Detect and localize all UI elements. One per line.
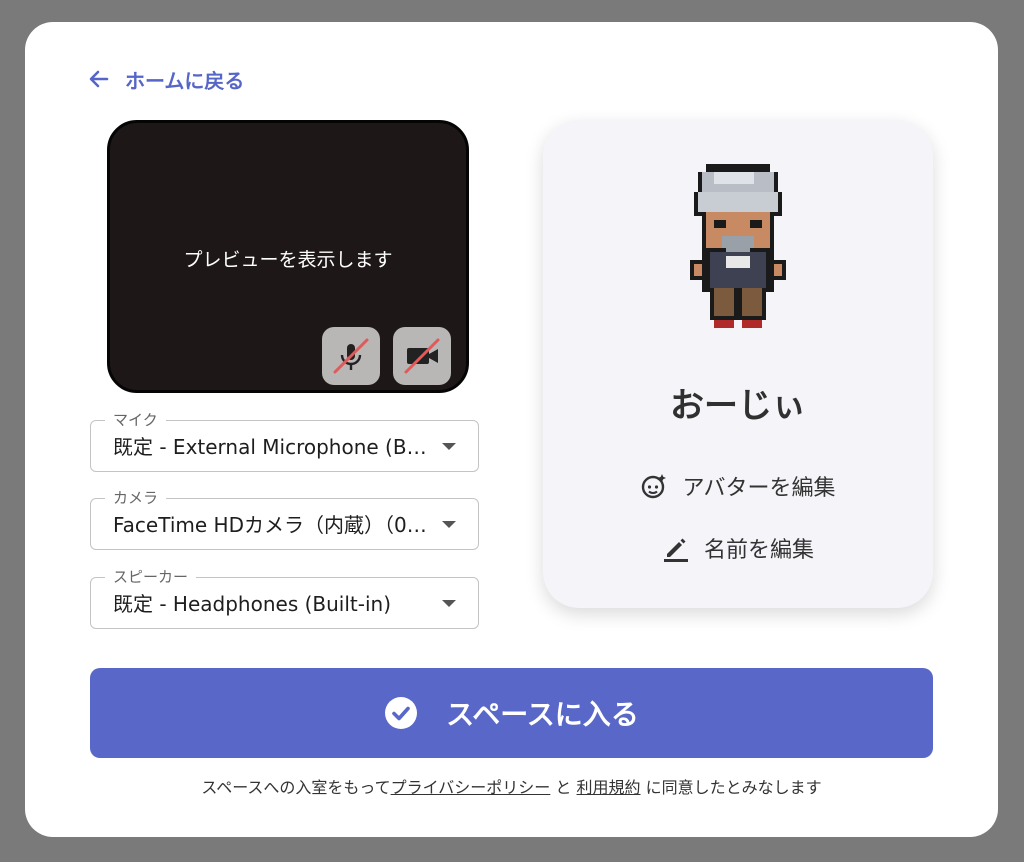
user-display-name: おーじぃ [670, 386, 806, 426]
camera-preview: プレビューを表示します [107, 120, 469, 393]
arrow-left-icon [89, 70, 109, 88]
consent-notice: スペースへの入室をもってプライバシーポリシー と 利用規約 に同意したとみなしま… [25, 774, 998, 798]
edit-name-label: 名前を編集 [703, 538, 814, 563]
consent-suffix: に同意したとみなします [645, 778, 822, 797]
speaker-select-value: 既定 - Headphones (Built-in) [113, 592, 391, 616]
camera-select-value: FaceTime HDカメラ（内蔵）（05ac:8514） [113, 513, 433, 537]
dropdown-arrow-icon [442, 600, 456, 607]
edit-avatar-button[interactable]: アバターを編集 [543, 470, 933, 502]
consent-and: と [555, 778, 572, 797]
pencil-icon [663, 538, 688, 562]
edit-name-button[interactable]: 名前を編集 [543, 532, 933, 564]
video-off-icon [404, 338, 440, 374]
back-to-home-link[interactable]: ホームに戻る [87, 64, 244, 94]
speaker-select[interactable]: スピーカー 既定 - Headphones (Built-in) [90, 567, 479, 629]
dropdown-arrow-icon [442, 443, 456, 450]
privacy-policy-link[interactable]: プライバシーポリシー [391, 778, 551, 797]
terms-of-service-link[interactable]: 利用規約 [577, 778, 641, 797]
edit-avatar-label: アバターを編集 [682, 476, 836, 501]
preview-placeholder-text: プレビューを表示します [183, 249, 393, 271]
dropdown-arrow-icon [442, 521, 456, 528]
consent-prefix: スペースへの入室をもって [201, 778, 391, 797]
camera-select-label: カメラ [105, 488, 167, 508]
avatar-card: おーじぃ アバターを編集 名前を編集 [543, 120, 933, 608]
mic-select[interactable]: マイク 既定 - External Microphone (Built-in) [90, 410, 479, 472]
mic-toggle-button[interactable] [322, 327, 380, 385]
enter-space-button[interactable]: スペースに入る [90, 668, 933, 758]
join-space-dialog: ホームに戻る プレビューを表示します マイク 既定 - External Mic… [25, 22, 998, 837]
check-circle-icon [385, 697, 418, 729]
avatar-sprite [690, 164, 786, 328]
enter-space-label: スペースに入る [446, 698, 639, 731]
mic-off-icon [333, 338, 369, 374]
camera-toggle-button[interactable] [393, 327, 451, 385]
mic-select-label: マイク [105, 410, 166, 430]
mic-select-value: 既定 - External Microphone (Built-in) [113, 435, 433, 459]
back-link-label: ホームに戻る [125, 68, 245, 93]
camera-select[interactable]: カメラ FaceTime HDカメラ（内蔵）（05ac:8514） [90, 488, 479, 550]
face-edit-icon [642, 474, 667, 499]
speaker-select-label: スピーカー [105, 567, 197, 587]
